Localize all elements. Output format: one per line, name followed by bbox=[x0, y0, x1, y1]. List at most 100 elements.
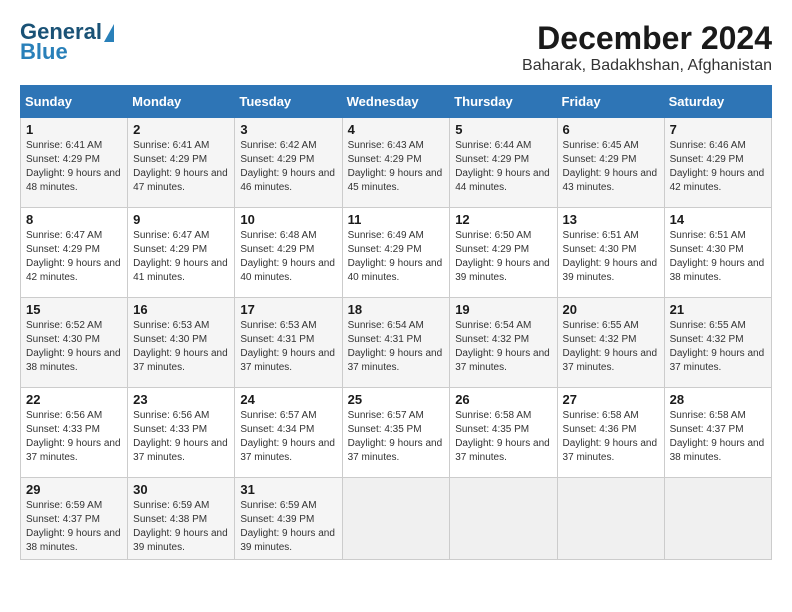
header-row: Sunday Monday Tuesday Wednesday Thursday… bbox=[21, 86, 772, 118]
day-number: 12 bbox=[455, 212, 551, 227]
col-sunday: Sunday bbox=[21, 86, 128, 118]
day-info: Sunrise: 6:48 AMSunset: 4:29 PMDaylight:… bbox=[240, 229, 336, 285]
day-number: 5 bbox=[455, 122, 551, 137]
day-info: Sunrise: 6:58 AMSunset: 4:36 PMDaylight:… bbox=[563, 409, 659, 465]
title-area: December 2024 Baharak, Badakhshan, Afgha… bbox=[522, 20, 772, 75]
calendar-cell: 18Sunrise: 6:54 AMSunset: 4:31 PMDayligh… bbox=[342, 298, 450, 388]
day-info: Sunrise: 6:42 AMSunset: 4:29 PMDaylight:… bbox=[240, 139, 336, 195]
calendar-cell: 26 Sunrise: 6:58 AMSunset: 4:35 PMDayligh… bbox=[450, 388, 557, 478]
day-info: Sunrise: 6:55 AMSunset: 4:32 PMDaylight:… bbox=[563, 319, 659, 375]
logo: General Blue bbox=[20, 20, 114, 64]
day-info: Sunrise: 6:41 AMSunset: 4:29 PMDaylight:… bbox=[26, 139, 122, 195]
calendar-week-row: 15 Sunrise: 6:52 AMSunset: 4:30 PMDayligh… bbox=[21, 298, 772, 388]
day-number: 14 bbox=[670, 212, 766, 227]
day-number: 25 bbox=[348, 392, 445, 407]
day-number: 23 bbox=[133, 392, 229, 407]
day-info: Sunrise: 6:59 AMSunset: 4:38 PMDaylight:… bbox=[133, 499, 229, 555]
day-info: Sunrise: 6:57 AMSunset: 4:35 PMDaylight:… bbox=[348, 409, 445, 465]
calendar-cell: 2 Sunrise: 6:41 AMSunset: 4:29 PMDaylight… bbox=[128, 118, 235, 208]
page-subtitle: Baharak, Badakhshan, Afghanistan bbox=[522, 57, 772, 75]
col-thursday: Thursday bbox=[450, 86, 557, 118]
day-info: Sunrise: 6:59 AMSunset: 4:37 PMDaylight:… bbox=[26, 499, 122, 555]
day-info: Sunrise: 6:41 AMSunset: 4:29 PMDaylight:… bbox=[133, 139, 229, 195]
day-number: 16 bbox=[133, 302, 229, 317]
day-number: 27 bbox=[563, 392, 659, 407]
calendar-cell bbox=[664, 478, 771, 560]
day-number: 18 bbox=[348, 302, 445, 317]
calendar-cell: 31 Sunrise: 6:59 AMSunset: 4:39 PMDayligh… bbox=[235, 478, 342, 560]
calendar-cell: 11 Sunrise: 6:49 AMSunset: 4:29 PMDayligh… bbox=[342, 208, 450, 298]
col-monday: Monday bbox=[128, 86, 235, 118]
day-info: Sunrise: 6:53 AMSunset: 4:31 PMDaylight:… bbox=[240, 319, 336, 375]
calendar-cell bbox=[450, 478, 557, 560]
col-tuesday: Tuesday bbox=[235, 86, 342, 118]
day-info: Sunrise: 6:49 AMSunset: 4:29 PMDaylight:… bbox=[348, 229, 445, 285]
day-number: 15 bbox=[26, 302, 122, 317]
day-number: 30 bbox=[133, 482, 229, 497]
calendar-cell: 23Sunrise: 6:56 AMSunset: 4:33 PMDayligh… bbox=[128, 388, 235, 478]
calendar-cell: 27 Sunrise: 6:58 AMSunset: 4:36 PMDayligh… bbox=[557, 388, 664, 478]
logo-triangle-icon bbox=[104, 24, 114, 42]
day-number: 17 bbox=[240, 302, 336, 317]
page-header: General Blue December 2024 Baharak, Bada… bbox=[20, 20, 772, 75]
day-info: Sunrise: 6:47 AMSunset: 4:29 PMDaylight:… bbox=[133, 229, 229, 285]
calendar-body: 1 Sunrise: 6:41 AMSunset: 4:29 PMDaylight… bbox=[21, 118, 772, 560]
day-info: Sunrise: 6:56 AMSunset: 4:33 PMDaylight:… bbox=[26, 409, 122, 465]
day-number: 26 bbox=[455, 392, 551, 407]
day-info: Sunrise: 6:47 AMSunset: 4:29 PMDaylight:… bbox=[26, 229, 122, 285]
calendar-cell: 4Sunrise: 6:43 AMSunset: 4:29 PMDaylight… bbox=[342, 118, 450, 208]
logo-blue-text: Blue bbox=[20, 40, 68, 64]
day-number: 21 bbox=[670, 302, 766, 317]
calendar-cell: 19Sunrise: 6:54 AMSunset: 4:32 PMDayligh… bbox=[450, 298, 557, 388]
col-saturday: Saturday bbox=[664, 86, 771, 118]
calendar-cell: 21 Sunrise: 6:55 AMSunset: 4:32 PMDayligh… bbox=[664, 298, 771, 388]
day-info: Sunrise: 6:50 AMSunset: 4:29 PMDaylight:… bbox=[455, 229, 551, 285]
day-number: 3 bbox=[240, 122, 336, 137]
calendar-cell: 1 Sunrise: 6:41 AMSunset: 4:29 PMDaylight… bbox=[21, 118, 128, 208]
calendar-cell bbox=[557, 478, 664, 560]
day-info: Sunrise: 6:44 AMSunset: 4:29 PMDaylight:… bbox=[455, 139, 551, 195]
calendar-cell: 10Sunrise: 6:48 AMSunset: 4:29 PMDayligh… bbox=[235, 208, 342, 298]
calendar-cell: 20 Sunrise: 6:55 AMSunset: 4:32 PMDayligh… bbox=[557, 298, 664, 388]
day-number: 9 bbox=[133, 212, 229, 227]
calendar-cell: 8 Sunrise: 6:47 AMSunset: 4:29 PMDaylight… bbox=[21, 208, 128, 298]
calendar-cell: 13Sunrise: 6:51 AMSunset: 4:30 PMDayligh… bbox=[557, 208, 664, 298]
calendar-cell: 25 Sunrise: 6:57 AMSunset: 4:35 PMDayligh… bbox=[342, 388, 450, 478]
day-info: Sunrise: 6:54 AMSunset: 4:32 PMDaylight:… bbox=[455, 319, 551, 375]
day-number: 8 bbox=[26, 212, 122, 227]
day-info: Sunrise: 6:58 AMSunset: 4:37 PMDaylight:… bbox=[670, 409, 766, 465]
day-number: 29 bbox=[26, 482, 122, 497]
day-number: 31 bbox=[240, 482, 336, 497]
day-number: 20 bbox=[563, 302, 659, 317]
day-number: 1 bbox=[26, 122, 122, 137]
calendar-cell: 29 Sunrise: 6:59 AMSunset: 4:37 PMDayligh… bbox=[21, 478, 128, 560]
col-wednesday: Wednesday bbox=[342, 86, 450, 118]
day-info: Sunrise: 6:51 AMSunset: 4:30 PMDaylight:… bbox=[563, 229, 659, 285]
page-title: December 2024 bbox=[522, 20, 772, 57]
calendar-cell: 9 Sunrise: 6:47 AMSunset: 4:29 PMDaylight… bbox=[128, 208, 235, 298]
day-info: Sunrise: 6:45 AMSunset: 4:29 PMDaylight:… bbox=[563, 139, 659, 195]
calendar-cell: 5 Sunrise: 6:44 AMSunset: 4:29 PMDaylight… bbox=[450, 118, 557, 208]
day-number: 2 bbox=[133, 122, 229, 137]
day-number: 24 bbox=[240, 392, 336, 407]
calendar-week-row: 1 Sunrise: 6:41 AMSunset: 4:29 PMDaylight… bbox=[21, 118, 772, 208]
calendar-cell: 3 Sunrise: 6:42 AMSunset: 4:29 PMDaylight… bbox=[235, 118, 342, 208]
day-number: 22 bbox=[26, 392, 122, 407]
calendar-cell: 28Sunrise: 6:58 AMSunset: 4:37 PMDayligh… bbox=[664, 388, 771, 478]
calendar-header: Sunday Monday Tuesday Wednesday Thursday… bbox=[21, 86, 772, 118]
calendar-cell: 12 Sunrise: 6:50 AMSunset: 4:29 PMDayligh… bbox=[450, 208, 557, 298]
calendar-cell bbox=[342, 478, 450, 560]
day-info: Sunrise: 6:57 AMSunset: 4:34 PMDaylight:… bbox=[240, 409, 336, 465]
day-info: Sunrise: 6:55 AMSunset: 4:32 PMDaylight:… bbox=[670, 319, 766, 375]
calendar-week-row: 29 Sunrise: 6:59 AMSunset: 4:37 PMDayligh… bbox=[21, 478, 772, 560]
day-number: 7 bbox=[670, 122, 766, 137]
day-number: 11 bbox=[348, 212, 445, 227]
day-number: 6 bbox=[563, 122, 659, 137]
calendar-week-row: 8 Sunrise: 6:47 AMSunset: 4:29 PMDaylight… bbox=[21, 208, 772, 298]
calendar-cell: 30 Sunrise: 6:59 AMSunset: 4:38 PMDayligh… bbox=[128, 478, 235, 560]
day-info: Sunrise: 6:51 AMSunset: 4:30 PMDaylight:… bbox=[670, 229, 766, 285]
calendar-week-row: 22 Sunrise: 6:56 AMSunset: 4:33 PMDayligh… bbox=[21, 388, 772, 478]
day-info: Sunrise: 6:58 AMSunset: 4:35 PMDaylight:… bbox=[455, 409, 551, 465]
day-info: Sunrise: 6:52 AMSunset: 4:30 PMDaylight:… bbox=[26, 319, 122, 375]
day-info: Sunrise: 6:59 AMSunset: 4:39 PMDaylight:… bbox=[240, 499, 336, 555]
